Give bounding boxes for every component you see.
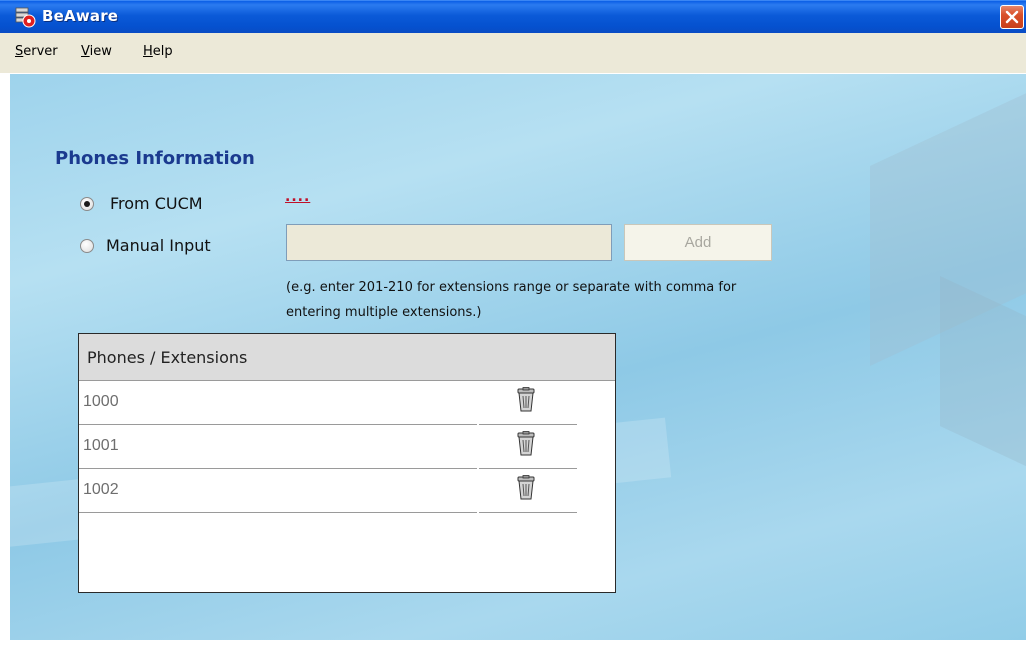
- menu-view-label: iew: [89, 44, 112, 59]
- window-title: BeAware: [42, 7, 119, 25]
- extension-cell: 1000: [79, 381, 477, 425]
- radio-from-cucm[interactable]: From CUCM: [80, 194, 203, 213]
- delete-cell: [479, 425, 577, 469]
- radio-manual-input[interactable]: Manual Input: [80, 236, 211, 255]
- radio-from-cucm-label: From CUCM: [110, 194, 203, 213]
- menu-help[interactable]: Help: [143, 44, 173, 59]
- menu-server-label: erver: [23, 44, 58, 59]
- table-row: 1001: [79, 425, 615, 469]
- hint-line-1: (e.g. enter 201-210 for extensions range…: [286, 280, 737, 295]
- radio-manual-input-label: Manual Input: [106, 236, 211, 255]
- table-header: Phones / Extensions: [79, 334, 615, 381]
- menu-help-label: elp: [152, 44, 173, 59]
- radio-button-manual-input[interactable]: [80, 238, 94, 253]
- table-row: 1000: [79, 381, 615, 425]
- manual-extension-input[interactable]: [286, 224, 612, 261]
- title-bar: BeAware: [0, 0, 1026, 33]
- cucm-config-link[interactable]: ....: [285, 189, 310, 205]
- trash-icon[interactable]: [516, 431, 536, 457]
- hint-line-2: entering multiple extensions.): [286, 305, 482, 320]
- app-icon: [15, 7, 36, 28]
- extension-value: 1001: [83, 437, 119, 454]
- extension-value: 1002: [83, 481, 119, 498]
- menu-view[interactable]: View: [81, 44, 112, 59]
- extension-cell: 1002: [79, 469, 477, 513]
- delete-cell: [479, 381, 577, 425]
- extension-value: 1000: [83, 393, 119, 410]
- close-icon: [1005, 10, 1019, 24]
- add-button[interactable]: Add: [624, 224, 772, 261]
- trash-icon[interactable]: [516, 387, 536, 413]
- table-header-label: Phones / Extensions: [87, 348, 248, 367]
- menu-view-accel: V: [81, 44, 90, 59]
- menu-help-accel: H: [143, 44, 153, 59]
- table-row: 1002: [79, 469, 615, 513]
- background-decoration: [940, 276, 1026, 482]
- delete-cell: [479, 469, 577, 513]
- section-title: Phones Information: [55, 148, 255, 169]
- menu-bar: Server View Help: [0, 33, 1026, 73]
- extension-cell: 1001: [79, 425, 477, 469]
- extensions-table: Phones / Extensions 1000 1001 1002: [78, 333, 616, 593]
- trash-icon[interactable]: [516, 475, 536, 501]
- radio-button-from-cucm[interactable]: [80, 196, 94, 211]
- menu-server[interactable]: Server: [15, 44, 58, 59]
- hint-text: (e.g. enter 201-210 for extensions range…: [286, 275, 946, 325]
- close-button[interactable]: [1000, 5, 1024, 29]
